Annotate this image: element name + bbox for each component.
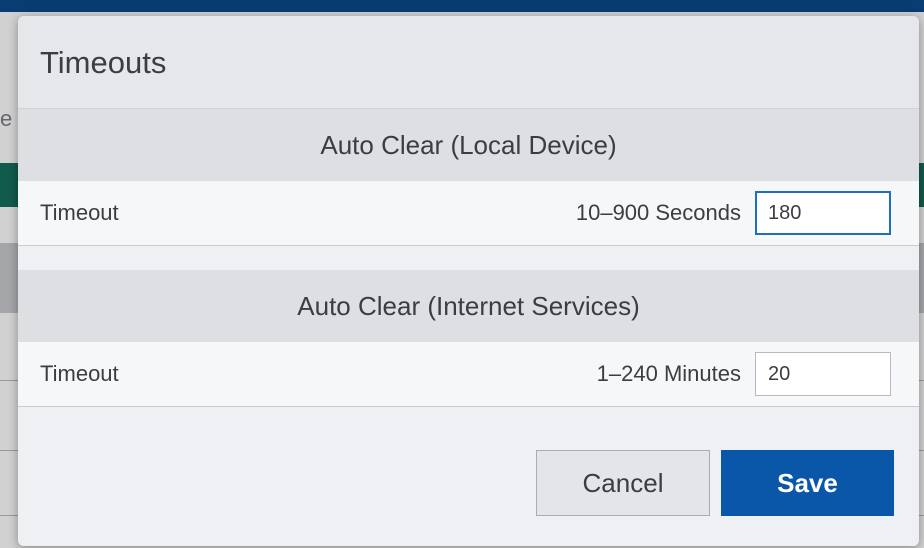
internet-timeout-input[interactable]: [755, 352, 891, 396]
setting-row-local-timeout: Timeout 10–900 Seconds: [18, 181, 919, 246]
section-header-internet-services: Auto Clear (Internet Services): [18, 270, 919, 342]
local-timeout-input[interactable]: [755, 191, 891, 235]
save-button[interactable]: Save: [721, 450, 894, 516]
setting-row-internet-timeout: Timeout 1–240 Minutes: [18, 342, 919, 407]
dialog-footer: Cancel Save: [18, 408, 919, 546]
cancel-button[interactable]: Cancel: [536, 450, 710, 516]
setting-label: Timeout: [40, 361, 119, 386]
section-spacer: [18, 246, 919, 270]
dialog-header: Timeouts: [18, 16, 919, 109]
section-header-local-device: Auto Clear (Local Device): [18, 109, 919, 181]
setting-range-hint: 1–240 Minutes: [596, 361, 741, 386]
setting-label: Timeout: [40, 200, 119, 225]
dialog-title: Timeouts: [40, 45, 167, 80]
timeouts-dialog: Timeouts Auto Clear (Local Device) Timeo…: [18, 16, 919, 546]
setting-range-hint: 10–900 Seconds: [575, 200, 741, 225]
